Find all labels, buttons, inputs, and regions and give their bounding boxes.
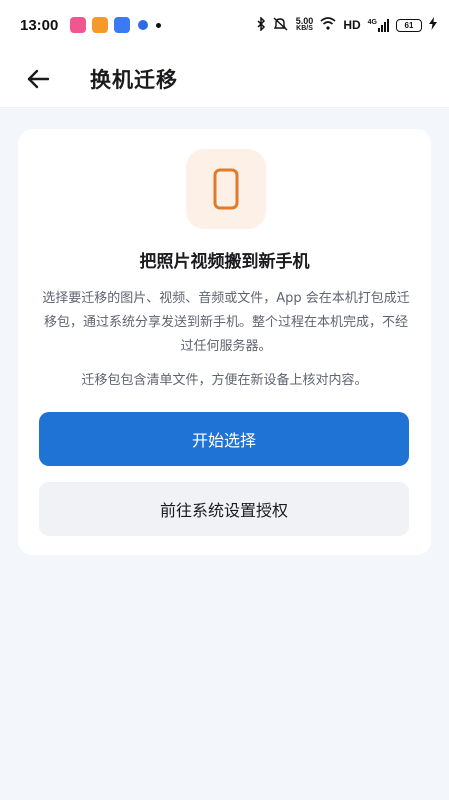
network-type-label: 4G <box>367 18 377 26</box>
app-notification-icon <box>114 17 131 33</box>
signal-bars-icon <box>378 18 389 32</box>
charging-icon <box>429 17 437 33</box>
hd-voice-label: HD <box>343 18 361 32</box>
migration-card: 把照片视频搬到新手机 选择要迁移的图片、视频、音频或文件，App 会在本机打包成… <box>18 129 431 555</box>
network-speed: 5.00 KB/S <box>296 17 314 33</box>
smartphone-icon <box>213 168 239 210</box>
status-right: 5.00 KB/S HD 4G 61 <box>256 15 437 34</box>
app-notification-icon <box>70 17 87 33</box>
app-header: 换机迁移 <box>0 50 449 108</box>
arrow-left-icon <box>27 69 49 88</box>
more-notifications-dot-icon <box>156 22 162 28</box>
card-description: 选择要迁移的图片、视频、音频或文件，App 会在本机打包成迁移包，通过系统分享发… <box>42 291 410 354</box>
status-left: 13:00 <box>20 16 162 34</box>
start-select-button[interactable]: 开始选择 <box>39 412 409 466</box>
page-title: 换机迁移 <box>90 67 178 92</box>
cellular-signal: 4G <box>367 18 389 32</box>
status-time: 13:00 <box>20 16 59 34</box>
card-note: 迁移包包含清单文件，方便在新设备上核对内容。 <box>81 373 368 388</box>
open-settings-button[interactable]: 前往系统设置授权 <box>39 482 409 536</box>
wifi-icon <box>320 17 336 33</box>
network-speed-unit: KB/S <box>296 25 313 32</box>
battery-icon: 61 <box>396 18 422 32</box>
bluetooth-icon <box>256 15 266 34</box>
network-speed-value: 5.00 <box>295 16 314 26</box>
back-button[interactable] <box>18 59 58 99</box>
app-notification-icon <box>92 17 109 33</box>
status-bar: 13:00 5.00 KB/S HD 4G 61 <box>0 0 449 50</box>
battery-level: 61 <box>404 20 414 30</box>
mute-icon <box>273 16 289 34</box>
smartphone-icon-container <box>186 149 266 229</box>
app-notification-icon <box>136 18 150 32</box>
card-title: 把照片视频搬到新手机 <box>139 252 310 272</box>
